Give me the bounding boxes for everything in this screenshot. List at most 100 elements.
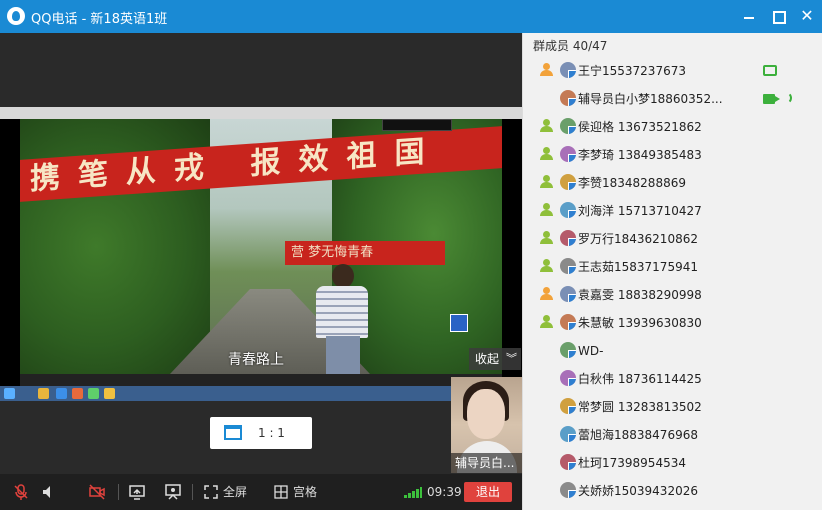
member-role-icon	[539, 119, 553, 133]
title-bar: QQ电话 - 新18英语1班 ✕	[0, 0, 822, 33]
collapse-button[interactable]: 收起 ︾	[469, 348, 521, 370]
mic-muted-button[interactable]	[12, 483, 30, 501]
call-timer: 09:39	[427, 485, 462, 499]
member-name: 罗万行18436210862	[578, 232, 698, 246]
member-name: 白秋伟 18736114425	[578, 372, 702, 386]
double-chevron-down-icon: ︾	[506, 352, 517, 365]
aspect-ratio-button[interactable]: 1 : 1	[210, 417, 312, 449]
player-overlay-dialog	[382, 119, 452, 131]
member-role-icon	[539, 175, 553, 189]
member-name: WD-	[578, 344, 604, 358]
member-name: 朱慧敏 13939630830	[578, 316, 702, 330]
member-name: 侯迎格 13673521862	[578, 120, 702, 134]
camera-off-button[interactable]	[88, 483, 106, 501]
member-role-icon	[539, 147, 553, 161]
member-name: 袁嘉雯 18838290998	[578, 288, 702, 302]
camera-off-icon	[89, 484, 105, 500]
member-row[interactable]: 李梦琦 13849385483	[523, 141, 822, 169]
avatar	[560, 62, 576, 78]
participant-video-pip[interactable]: 辅导员白...	[451, 377, 522, 473]
avatar	[560, 258, 576, 274]
member-row[interactable]: 罗万行18436210862	[523, 225, 822, 253]
avatar	[560, 314, 576, 330]
member-name: 杜珂17398954534	[578, 456, 686, 470]
fullscreen-button[interactable]: 全屏	[204, 483, 252, 501]
speaker-button[interactable]	[40, 483, 58, 501]
member-name: 蕾旭海18838476968	[578, 428, 698, 442]
avatar	[560, 342, 576, 358]
film-subtitle: 青春路上	[228, 352, 284, 368]
member-role-icon	[539, 203, 553, 217]
film-frame: 携笔从戎 报效祖国 营 梦无悔青春 青春路上	[20, 119, 502, 374]
member-name: 刘海洋 15713710427	[578, 204, 702, 218]
shared-taskbar	[0, 386, 522, 401]
screen-share-button[interactable]	[128, 483, 146, 501]
avatar	[560, 146, 576, 162]
mic-muted-icon	[14, 484, 28, 500]
member-row[interactable]: 王志茹15837175941	[523, 253, 822, 281]
road-sign-icon	[450, 314, 468, 332]
member-name: 常梦圆 13283813502	[578, 400, 702, 414]
member-name: 李赞18348288869	[578, 176, 686, 190]
grid-view-button[interactable]: 宫格	[274, 483, 322, 501]
fullscreen-label: 全屏	[223, 485, 248, 499]
camera-on-icon	[763, 94, 780, 104]
avatar	[560, 398, 576, 414]
runner-figure	[310, 264, 374, 374]
member-role-icon	[539, 287, 553, 301]
avatar	[560, 286, 576, 302]
member-row[interactable]: 常梦圆 13283813502	[523, 393, 822, 421]
member-row[interactable]: 侯迎格 13673521862	[523, 113, 822, 141]
qq-logo-icon	[7, 7, 25, 25]
member-row[interactable]: 刘海洋 15713710427	[523, 197, 822, 225]
member-row[interactable]: 李赞18348288869	[523, 169, 822, 197]
signal-strength-icon	[404, 486, 422, 498]
shared-screen-titlebar	[0, 107, 522, 119]
pip-participant-name: 辅导员白...	[451, 453, 522, 473]
member-count-header: 群成员 40/47	[533, 39, 608, 53]
fullscreen-icon	[204, 485, 218, 499]
speaker-icon	[43, 486, 50, 498]
window-title: QQ电话 - 新18英语1班	[31, 12, 168, 27]
member-row[interactable]: 朱慧敏 13939630830	[523, 309, 822, 337]
speaking-indicator-icon	[782, 92, 792, 104]
call-toolbar: 全屏 宫格 09:39 退出	[0, 474, 522, 510]
video-area: 携笔从戎 报效祖国 营 梦无悔青春 青春路上 收起 ︾ 1 : 1 辅导员白..…	[0, 33, 522, 474]
member-role-icon	[539, 259, 553, 273]
close-button[interactable]: ✕	[796, 6, 818, 26]
presenter-icon	[165, 484, 181, 500]
member-name: 关娇娇15039432026	[578, 484, 698, 498]
member-row[interactable]: 袁嘉雯 18838290998	[523, 281, 822, 309]
shared-screen-video[interactable]: 携笔从戎 报效祖国 营 梦无悔青春 青春路上	[0, 107, 522, 401]
member-name: 王宁15537237673	[578, 64, 686, 78]
member-row[interactable]: 白秋伟 18736114425	[523, 365, 822, 393]
member-row[interactable]: 王宁15537237673	[523, 57, 822, 85]
minimize-button[interactable]	[738, 6, 760, 26]
member-list-panel: 群成员 40/47 王宁15537237673 辅导员白小梦18860352...…	[522, 33, 822, 510]
member-role-icon	[539, 231, 553, 245]
aspect-ratio-label: 1 : 1	[258, 426, 285, 440]
film-banner-small: 营 梦无悔青春	[285, 241, 445, 265]
grid-view-label: 宫格	[293, 485, 318, 499]
screen-ratio-icon	[224, 425, 242, 440]
exit-call-button[interactable]: 退出	[464, 482, 512, 502]
member-row[interactable]: 杜珂17398954534	[523, 449, 822, 477]
avatar	[560, 90, 576, 106]
member-row[interactable]: WD-	[523, 337, 822, 365]
screen-share-status-icon	[763, 65, 777, 76]
member-role-icon	[539, 63, 553, 77]
avatar	[560, 482, 576, 498]
member-row[interactable]: 关娇娇15039432026	[523, 477, 822, 505]
member-role-icon	[539, 315, 553, 329]
avatar	[560, 230, 576, 246]
presenter-button[interactable]	[164, 483, 182, 501]
avatar	[560, 174, 576, 190]
maximize-button[interactable]	[766, 6, 788, 26]
avatar	[560, 202, 576, 218]
avatar	[560, 370, 576, 386]
avatar	[560, 426, 576, 442]
member-row[interactable]: 蕾旭海18838476968	[523, 421, 822, 449]
member-row[interactable]: 辅导员白小梦18860352...	[523, 85, 822, 113]
member-name: 辅导员白小梦18860352...	[578, 92, 723, 106]
player-controls-bar	[20, 374, 502, 386]
